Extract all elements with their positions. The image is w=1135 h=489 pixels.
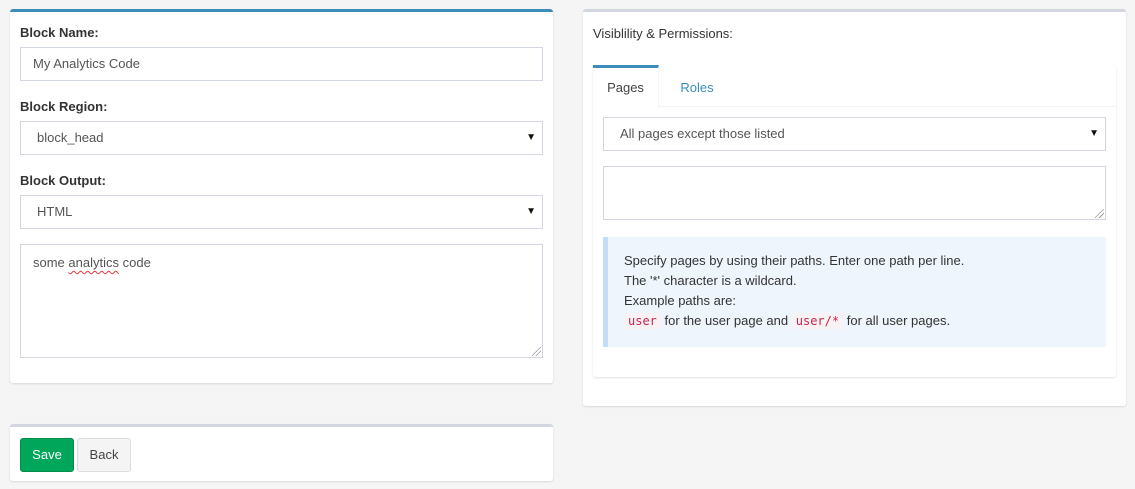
help-line: Example paths are: [624, 293, 737, 308]
tabs-container: Pages Roles All pages except those liste… [593, 65, 1116, 377]
pages-list-textarea[interactable] [603, 166, 1106, 220]
form-actions: Save Back [10, 424, 553, 481]
pages-mode-value: All pages except those listed [620, 126, 785, 141]
block-region-value: block_head [37, 130, 104, 145]
pages-mode-select[interactable]: All pages except those listed ▼ [603, 117, 1106, 151]
resize-handle-icon[interactable] [532, 347, 541, 356]
example-path-code: user [624, 313, 661, 329]
misspelled-word: analytics [68, 255, 119, 270]
caret-down-icon: ▼ [1089, 128, 1099, 139]
panel-title: Visiblility & Permissions: [593, 26, 733, 41]
help-text: for the user page and [664, 313, 789, 328]
block-output-value: HTML [37, 204, 73, 219]
block-content-textarea[interactable]: some analytics code [20, 244, 543, 358]
block-region-label: Block Region: [20, 99, 108, 114]
block-output-select[interactable]: HTML ▼ [20, 195, 543, 229]
content-text: code [122, 255, 151, 270]
help-text: for all user pages. [846, 313, 951, 328]
save-button[interactable]: Save [20, 438, 74, 472]
caret-down-icon: ▼ [526, 206, 536, 217]
help-example-line: user for the user page and user/* for al… [624, 311, 1090, 331]
block-name-input[interactable]: My Analytics Code [20, 47, 543, 81]
example-path-code: user/* [791, 313, 844, 329]
caret-down-icon: ▼ [526, 132, 536, 143]
tab-bar: Pages Roles [593, 65, 1116, 108]
pages-help-callout: Specify pages by using their paths. Ente… [603, 237, 1106, 347]
block-name-label: Block Name: [20, 25, 99, 40]
back-button[interactable]: Back [77, 438, 131, 472]
tab-pages[interactable]: Pages [593, 65, 659, 108]
block-settings-panel: Block Name: My Analytics Code Block Regi… [10, 9, 553, 383]
content-text: some [33, 255, 65, 270]
visibility-panel: Visiblility & Permissions: Pages Roles A… [583, 9, 1126, 406]
help-line: Specify pages by using their paths. Ente… [624, 253, 965, 268]
help-line: The '*' character is a wildcard. [624, 273, 797, 288]
block-output-label: Block Output: [20, 173, 106, 188]
tab-roles[interactable]: Roles [659, 68, 735, 111]
resize-handle-icon[interactable] [1095, 209, 1104, 218]
block-region-select[interactable]: block_head ▼ [20, 121, 543, 155]
